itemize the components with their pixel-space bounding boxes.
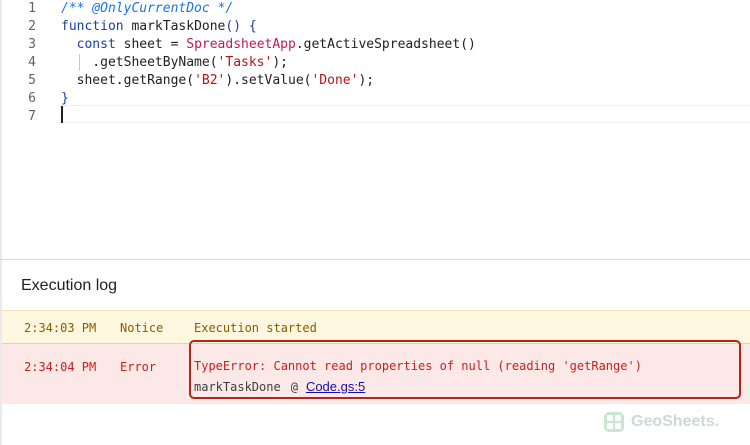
line-code: /** @OnlyCurrentDoc */	[61, 0, 233, 18]
trace-source-link[interactable]: Code.gs:5	[306, 379, 365, 394]
code-token: SpreadsheetApp	[186, 37, 296, 52]
code-token: sheet.getRange(	[61, 73, 195, 88]
code-token: 'B2'	[194, 73, 226, 88]
line-code: .getSheetByName('Tasks');	[61, 54, 288, 72]
line-number: 2	[28, 19, 36, 34]
code-line[interactable]: 6}	[0, 90, 750, 108]
code-token: sheet =	[115, 37, 187, 52]
line-number: 7	[28, 109, 36, 124]
code-token: }	[61, 91, 69, 106]
error-message: TypeError: Cannot read properties of nul…	[194, 359, 642, 373]
geosheets-watermark: GeoSheets.	[604, 411, 719, 433]
code-editor[interactable]: 1 /** @OnlyCurrentDoc */ 2 function markTas…	[0, 0, 750, 258]
code-token: /** @OnlyCurrentDoc */	[61, 1, 234, 16]
code-token: );	[358, 73, 375, 88]
line-code: sheet.getRange('B2').setValue('Done');	[61, 72, 374, 90]
line-code: const sheet = SpreadsheetApp.getActiveSp…	[61, 36, 476, 54]
code-token: 'Tasks'	[217, 55, 273, 70]
panel-divider[interactable]	[0, 259, 750, 260]
line-code: function markTaskDone() {	[61, 18, 257, 36]
line-number: 3	[28, 37, 36, 52]
code-token: markTaskDone	[123, 19, 226, 34]
code-line[interactable]: 4 .getSheetByName('Tasks');	[0, 54, 750, 72]
code-line[interactable]: 5 sheet.getRange('B2').setValue('Done');	[0, 72, 750, 90]
code-token: .getSheetByName(	[61, 55, 218, 70]
code-line[interactable]: 3 const sheet = SpreadsheetApp.getActive…	[0, 36, 750, 54]
line-number: 4	[28, 55, 36, 70]
code-line[interactable]: 1 /** @OnlyCurrentDoc */	[0, 0, 750, 18]
log-level: Notice	[120, 321, 164, 335]
geosheets-logo-icon	[604, 412, 624, 432]
code-token: ).setValue(	[225, 73, 312, 88]
watermark-text: GeoSheets.	[631, 413, 720, 430]
line-number: 5	[28, 73, 36, 88]
code-token: ()	[460, 37, 476, 52]
error-stack-trace: markTaskDone @ Code.gs:5	[194, 379, 365, 395]
code-token: function	[61, 19, 124, 34]
log-row-notice: 2:34:03 PM Notice Execution started	[2, 310, 750, 343]
code-token: 'Done'	[311, 73, 359, 88]
execution-log-title: Execution log	[21, 277, 118, 294]
code-token: () {	[225, 19, 257, 34]
log-message: Execution started	[194, 321, 317, 335]
line-number: 6	[28, 91, 36, 106]
log-time: 2:34:03 PM	[24, 321, 97, 335]
code-token: );	[272, 55, 288, 70]
log-time: 2:34:04 PM	[24, 360, 97, 374]
trace-at-symbol: @	[290, 380, 298, 394]
code-token: .getActiveSpreadsheet	[295, 37, 461, 52]
code-line[interactable]: 7	[0, 108, 750, 126]
code-token: const	[61, 37, 116, 52]
code-line[interactable]: 2 function markTaskDone() {	[0, 18, 750, 36]
line-number: 1	[28, 1, 36, 16]
log-level: Error	[120, 360, 157, 374]
trace-function: markTaskDone	[194, 380, 281, 394]
text-cursor	[61, 106, 63, 123]
